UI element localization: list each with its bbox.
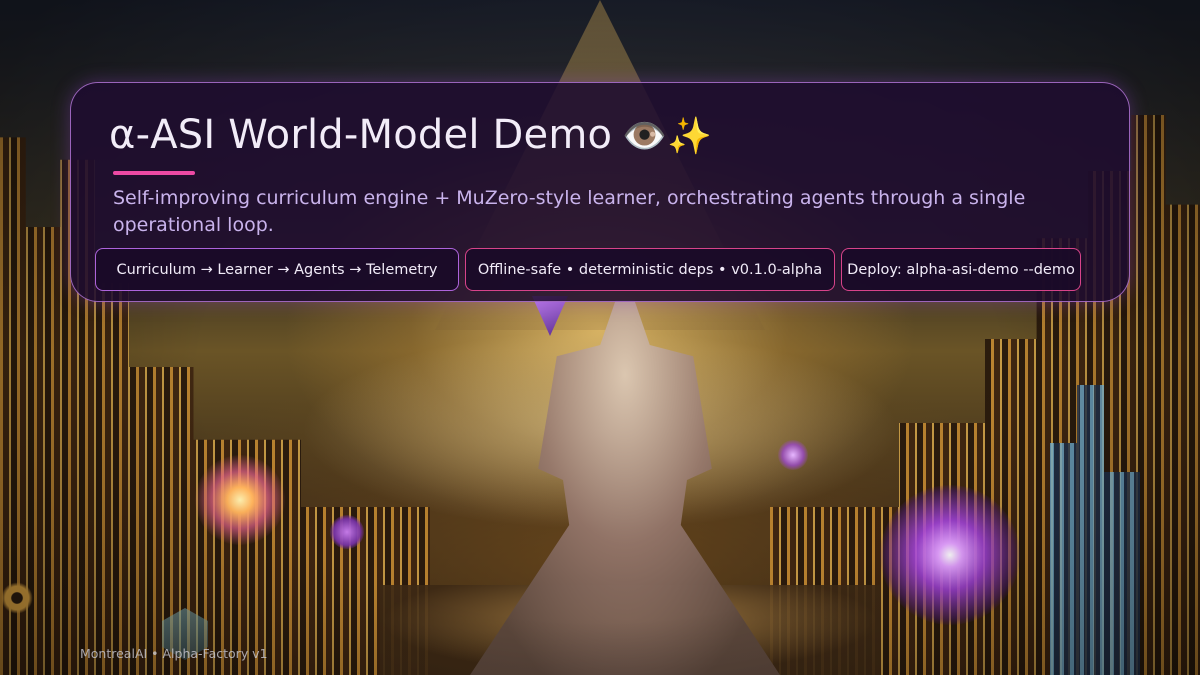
footer-credit: MontrealAI • Alpha-Factory v1 xyxy=(80,646,268,661)
version-chip: Offline-safe • deterministic deps • v0.1… xyxy=(465,248,835,291)
pipeline-chip: Curriculum → Learner → Agents → Telemetr… xyxy=(95,248,459,291)
slide-subtitle: Self-improving curriculum engine + MuZer… xyxy=(113,187,1026,236)
slide-title: α-ASI World-Model Demo 👁️✨ xyxy=(109,109,712,163)
eye-sparkles-icon: 👁️✨ xyxy=(622,116,713,157)
title-card: α-ASI World-Model Demo 👁️✨ Self-improving… xyxy=(70,82,1130,302)
deploy-chip: Deploy: alpha-asi-demo --demo xyxy=(841,248,1081,291)
title-text: α-ASI World-Model Demo xyxy=(109,112,613,158)
title-accent-bar xyxy=(113,171,195,175)
